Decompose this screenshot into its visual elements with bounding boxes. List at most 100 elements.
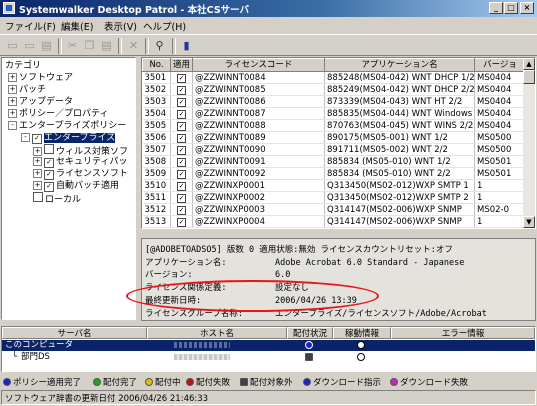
license-table[interactable]: No. 適用 ライセンスコード アプリケーション名 バージョ 3501 ✓ @ZZW… (141, 57, 536, 229)
cell-apply[interactable]: ✓ (170, 71, 193, 84)
cell-apply[interactable]: ✓ (170, 203, 193, 216)
detail-label-app: アプリケーション名: (145, 258, 227, 268)
cell-version: MS0501 (474, 167, 526, 180)
cell-apply[interactable]: ✓ (170, 227, 193, 228)
col-license-code[interactable]: ライセンスコード (192, 58, 325, 72)
cell-apply[interactable]: ✓ (170, 143, 193, 156)
cut-icon[interactable]: ✂ (64, 38, 81, 53)
table-row[interactable] (2, 340, 535, 351)
tree-item-updater[interactable]: + アップデータ (8, 96, 73, 108)
status-not-target-icon (305, 353, 315, 364)
tree-item-software[interactable]: + ソフトウェア (8, 72, 73, 84)
table-row[interactable]: 3505 ✓ @ZZWINNT0088 870763(MS04-045) WNT WI… (142, 119, 526, 132)
new-icon[interactable]: ▭ (4, 38, 21, 53)
scroll-thumb[interactable] (523, 70, 535, 84)
col-host-name[interactable]: ホスト名 (147, 327, 287, 339)
operation-ok-icon (357, 353, 367, 364)
table-row[interactable]: 3511 ✓ @ZZWINXP0002 Q313450(MS02-012)WXP SM… (142, 191, 526, 204)
tree-item-local[interactable]: ローカル (33, 192, 81, 205)
tree-item-enterprise-policy[interactable]: - エンタープライズポリシー (8, 120, 126, 132)
menu-view[interactable]: 表示(V) (104, 19, 137, 33)
cell-app-name: 890175(MS05-001) WNT 1/2 (324, 131, 475, 144)
cell-apply[interactable]: ✓ (170, 95, 193, 108)
cell-apply[interactable]: ✓ (170, 179, 193, 192)
cell-apply[interactable]: ✓ (170, 131, 193, 144)
cell-no: 3507 (142, 143, 171, 156)
window-title: Systemwalker Desktop Patrol - 本社CSサーバ (19, 5, 250, 16)
table-row[interactable]: 3507 ✓ @ZZWINNT0090 891711(MS05-002) WNT 2/… (142, 143, 526, 156)
cell-license-code: @ZZWINNT0092 (192, 167, 325, 180)
minimize-button[interactable]: _ (489, 2, 503, 14)
details-title: [@ADOBETOADSO5] 版数 0 適用状態:無効 ライセンスカウントリセ… (145, 245, 453, 255)
legend-delivered: 配付完了 (93, 376, 137, 388)
tree-item-policy-property[interactable]: + ポリシー／プロパティ (8, 108, 108, 120)
col-app-name[interactable]: アプリケーション名 (324, 58, 475, 72)
table-row[interactable]: 3503 ✓ @ZZWINNT0086 873339(MS04-043) WNT HT… (142, 95, 526, 108)
tree-item-auto-patch[interactable]: + ✓ 自動パッチ適用 (33, 180, 119, 192)
tree-item-enterprise[interactable]: - ✓ エンタープライズ (21, 132, 116, 144)
menu-edit[interactable]: 編集(E) (61, 19, 93, 33)
legend-dot-icon (3, 378, 11, 386)
table-row[interactable]: 3513 ✓ @ZZWINXP0004 Q314147(MS02-006)WXP SN… (142, 215, 526, 228)
category-tree[interactable]: カテゴリ + ソフトウェア + パッチ + アップデータ + ポリシー／プロパティ -エ… (1, 57, 136, 320)
checkbox-checked-icon: ✓ (177, 85, 186, 95)
paste-icon[interactable]: ▤ (98, 38, 115, 53)
expand-icon: + (33, 147, 42, 156)
checkbox-checked-icon: ✓ (44, 158, 54, 168)
table-row[interactable]: 3504 ✓ @ZZWINNT0087 885835(MS04-044) WNT Wi… (142, 107, 526, 120)
cell-version: MS02-0 (474, 203, 526, 216)
tree-item-license-software[interactable]: + ✓ ライセンスソフト (33, 168, 128, 180)
cell-apply[interactable]: ✓ (170, 191, 193, 204)
cell-no: 3505 (142, 119, 171, 132)
cell-apply[interactable]: ✓ (170, 83, 193, 96)
cell-version: 1 (474, 191, 526, 204)
legend-not-target: 配付対象外 (240, 376, 293, 388)
cell-version: MS0404 (474, 107, 526, 120)
table-row[interactable]: 3509 ✓ @ZZWINNT0092 885834 (MS05-010) WNT 2… (142, 167, 526, 180)
col-delivery-status[interactable]: 配付状況 (287, 327, 333, 339)
tree-item-antivirus[interactable]: + ウィルス対策ソフ (33, 144, 128, 157)
legend-download-failed: ダウンロード失敗 (390, 376, 468, 388)
cell-apply[interactable]: ✓ (170, 215, 193, 228)
col-error-info[interactable]: エラー情報 (391, 327, 535, 339)
copy-icon[interactable]: ❐ (81, 38, 98, 53)
menu-file[interactable]: ファイル(F) (5, 19, 56, 33)
table-row[interactable]: 3508 ✓ @ZZWINNT0091 885834 (MS05-010) WNT 1… (142, 155, 526, 168)
col-version[interactable]: バージョ (474, 58, 526, 72)
server-list[interactable]: サーバ名 ホスト名 配付状況 稼動情報 エラー情報 このコンピュータ └ 部門D… (1, 326, 536, 372)
table-row[interactable]: 3514✓@ZZWINXP0005Q315000(MS01-059)WXP UP… (142, 227, 526, 228)
cell-version: 1 (474, 215, 526, 228)
properties-icon[interactable]: ▤ (38, 38, 55, 53)
cell-no: 3506 (142, 131, 171, 144)
delete-icon[interactable]: ✕ (125, 38, 142, 53)
col-operation-info[interactable]: 稼動情報 (333, 327, 391, 339)
scroll-down-icon[interactable]: ▼ (523, 216, 535, 228)
vertical-scrollbar[interactable]: ▲ ▼ (523, 58, 535, 228)
table-row[interactable]: 3501 ✓ @ZZWINNT0084 885248(MS04-042) WNT DH… (142, 71, 526, 84)
menu-help[interactable]: ヘルプ(H) (143, 19, 186, 33)
col-server-name[interactable]: サーバ名 (2, 327, 147, 339)
close-button[interactable]: × (520, 2, 534, 14)
splitter[interactable] (141, 230, 536, 237)
cell-apply[interactable]: ✓ (170, 119, 193, 132)
table-row[interactable]: 3502 ✓ @ZZWINNT0085 885249(MS04-042) WNT DH… (142, 83, 526, 96)
tree-item-security-patch[interactable]: + ✓ セキュリティパッ (33, 156, 127, 168)
col-apply[interactable]: 適用 (170, 58, 193, 72)
table-row[interactable]: 3506 ✓ @ZZWINNT0089 890175(MS05-001) WNT 1/… (142, 131, 526, 144)
cell-version: MS0404 (474, 83, 526, 96)
cell-apply[interactable]: ✓ (170, 107, 193, 120)
server-name-dept-ds: 部門DS (21, 352, 50, 362)
col-no[interactable]: No. (142, 58, 171, 72)
cell-apply[interactable]: ✓ (170, 155, 193, 168)
help-book-icon[interactable]: ▮ (178, 38, 195, 53)
table-row[interactable]: 3510 ✓ @ZZWINXP0001 Q313450(MS02-012)WXP SM… (142, 179, 526, 192)
cell-apply[interactable]: ✓ (170, 167, 193, 180)
expand-icon: + (8, 97, 17, 106)
table-row[interactable]: 3512 ✓ @ZZWINXP0003 Q314147(MS02-006)WXP SN… (142, 203, 526, 216)
maximize-button[interactable]: □ (504, 2, 518, 14)
open-icon[interactable]: ▭ (21, 38, 38, 53)
scroll-up-icon[interactable]: ▲ (523, 58, 535, 70)
find-icon[interactable]: ⚲ (151, 38, 168, 53)
cell-app-name: 885248(MS04-042) WNT DHCP 1/2 (324, 71, 475, 84)
tree-item-patch[interactable]: + パッチ (8, 84, 46, 96)
